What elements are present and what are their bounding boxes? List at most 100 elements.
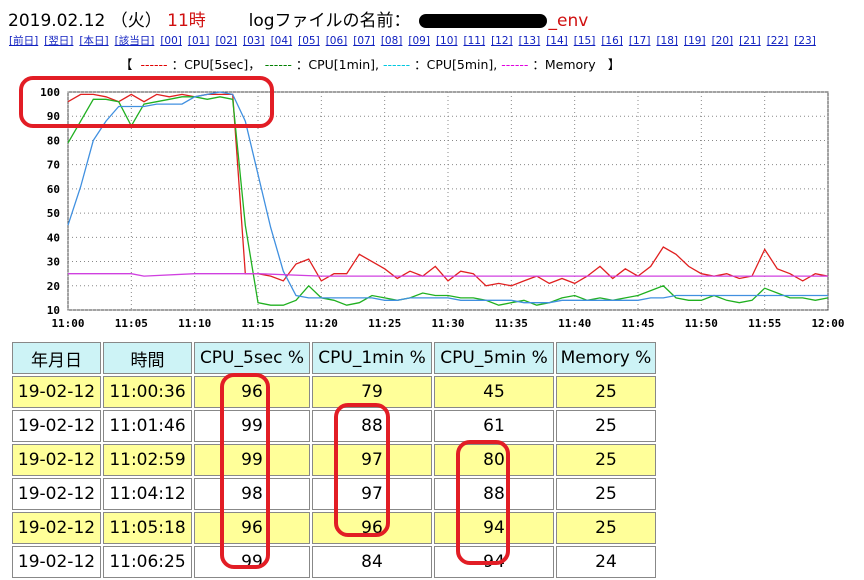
table-cell: 61 [434, 410, 554, 442]
nav-link-20[interactable]: [16] [601, 35, 623, 47]
nav-link-15[interactable]: [11] [464, 35, 486, 47]
column-header-0: 年月日 [12, 342, 101, 374]
column-header-5: Memory % [556, 342, 656, 374]
nav-link-23[interactable]: [19] [684, 35, 706, 47]
nav-link-3[interactable]: [該当日] [115, 35, 155, 47]
x-tick-label-3: 11:15 [241, 317, 274, 330]
annotation-highlight-cpu1min [334, 403, 390, 537]
nav-link-4[interactable]: [00] [160, 35, 182, 47]
x-tick-label-5: 11:25 [368, 317, 401, 330]
header-hour: 11時 [167, 11, 206, 31]
legend-dash-2: ------ [383, 57, 411, 72]
header-weekday: （火） [110, 11, 162, 31]
nav-link-16[interactable]: [12] [491, 35, 513, 47]
y-tick-label-7: 80 [47, 134, 60, 147]
annotation-highlight-cpu5sec [220, 373, 270, 569]
y-tick-label-2: 30 [47, 256, 60, 269]
annotation-highlight-cpu5min [456, 440, 510, 565]
table-cell: 11:05:18 [103, 512, 192, 544]
y-tick-label-1: 20 [47, 280, 60, 293]
x-tick-label-9: 11:45 [621, 317, 654, 330]
legend-label-1: ：CPU[1min], [295, 57, 380, 72]
table-cell: 19-02-12 [12, 444, 101, 476]
table-cell: 25 [556, 512, 656, 544]
nav-link-10[interactable]: [06] [326, 35, 348, 47]
nav-link-25[interactable]: [21] [739, 35, 761, 47]
x-tick-label-2: 11:10 [178, 317, 211, 330]
x-tick-label-12: 12:00 [811, 317, 844, 330]
y-tick-label-3: 40 [47, 231, 60, 244]
y-tick-label-0: 10 [47, 304, 60, 317]
x-tick-label-4: 11:20 [305, 317, 338, 330]
table-cell: 19-02-12 [12, 546, 101, 578]
nav-link-14[interactable]: [10] [436, 35, 458, 47]
legend-dash-3: ------ [501, 57, 529, 72]
nav-link-11[interactable]: [07] [353, 35, 375, 47]
table-cell: 25 [556, 444, 656, 476]
x-tick-label-0: 11:00 [51, 317, 84, 330]
table-cell: 19-02-12 [12, 376, 101, 408]
table-cell: 11:06:25 [103, 546, 192, 578]
nav-link-22[interactable]: [18] [656, 35, 678, 47]
legend-open-bracket: 【 [120, 57, 133, 72]
table-row: 19-02-12 11:00:36 96 79 45 25 [12, 376, 656, 408]
legend-label-0: ：CPU[5sec]， [171, 57, 261, 72]
header-date: 2019.02.12 [8, 11, 106, 31]
chart-legend: 【 ------ ：CPU[5sec]， ------ ：CPU[1min], ----… [120, 54, 624, 73]
nav-link-9[interactable]: [05] [298, 35, 320, 47]
x-tick-label-8: 11:40 [558, 317, 591, 330]
x-tick-label-1: 11:05 [115, 317, 148, 330]
log-file-label: logファイルの名前： [248, 11, 411, 31]
table-cell: 84 [312, 546, 432, 578]
x-tick-label-7: 11:35 [495, 317, 528, 330]
legend-dash-1: ------ [264, 57, 292, 72]
table-cell: 19-02-12 [12, 410, 101, 442]
table-header-row: 年月日 時間 CPU_5sec % CPU_1min % CPU_5min % Memor… [12, 342, 656, 374]
table-cell: 25 [556, 376, 656, 408]
nav-link-27[interactable]: [23] [794, 35, 816, 47]
nav-link-2[interactable]: [本日] [79, 35, 108, 47]
hour-navigation: [前日] [翌日] [本日] [該当日] [00] [01] [02] [03] [04] [05… [9, 33, 822, 48]
y-tick-label-4: 50 [47, 207, 60, 220]
nav-link-5[interactable]: [01] [188, 35, 210, 47]
table-cell: 11:02:59 [103, 444, 192, 476]
y-tick-label-5: 60 [47, 183, 60, 196]
legend-label-3: ：Memory [532, 57, 596, 72]
legend-label-2: ：CPU[5min], [414, 57, 498, 72]
table-cell: 11:00:36 [103, 376, 192, 408]
nav-link-21[interactable]: [17] [629, 35, 651, 47]
redacted-filename [418, 14, 547, 28]
table-cell: 11:04:12 [103, 478, 192, 510]
nav-link-19[interactable]: [15] [574, 35, 596, 47]
table-row: 19-02-12 11:06:25 99 84 94 24 [12, 546, 656, 578]
table-cell: 25 [556, 410, 656, 442]
nav-link-0[interactable]: [前日] [9, 35, 38, 47]
nav-link-24[interactable]: [20] [712, 35, 734, 47]
annotation-highlight-chart [19, 76, 274, 128]
nav-link-8[interactable]: [04] [271, 35, 293, 47]
x-tick-label-10: 11:50 [685, 317, 718, 330]
nav-link-13[interactable]: [09] [408, 35, 430, 47]
log-file-suffix: _env [548, 11, 589, 31]
table-cell: 19-02-12 [12, 478, 101, 510]
y-tick-label-6: 70 [47, 159, 60, 172]
table-cell: 11:01:46 [103, 410, 192, 442]
page-header: 2019.02.12 （火） 11時 logファイルの名前： _env [8, 6, 589, 31]
table-cell: 45 [434, 376, 554, 408]
nav-link-6[interactable]: [02] [215, 35, 237, 47]
nav-link-18[interactable]: [14] [546, 35, 568, 47]
column-header-1: 時間 [103, 342, 192, 374]
nav-link-7[interactable]: [03] [243, 35, 265, 47]
nav-link-17[interactable]: [13] [519, 35, 541, 47]
nav-link-1[interactable]: [翌日] [44, 35, 73, 47]
column-header-4: CPU_5min % [434, 342, 554, 374]
table-cell: 19-02-12 [12, 512, 101, 544]
table-cell: 24 [556, 546, 656, 578]
x-tick-label-6: 11:30 [431, 317, 464, 330]
x-tick-label-11: 11:55 [748, 317, 781, 330]
nav-link-26[interactable]: [22] [767, 35, 789, 47]
nav-link-12[interactable]: [08] [381, 35, 403, 47]
column-header-3: CPU_1min % [312, 342, 432, 374]
table-cell: 25 [556, 478, 656, 510]
column-header-2: CPU_5sec % [194, 342, 310, 374]
